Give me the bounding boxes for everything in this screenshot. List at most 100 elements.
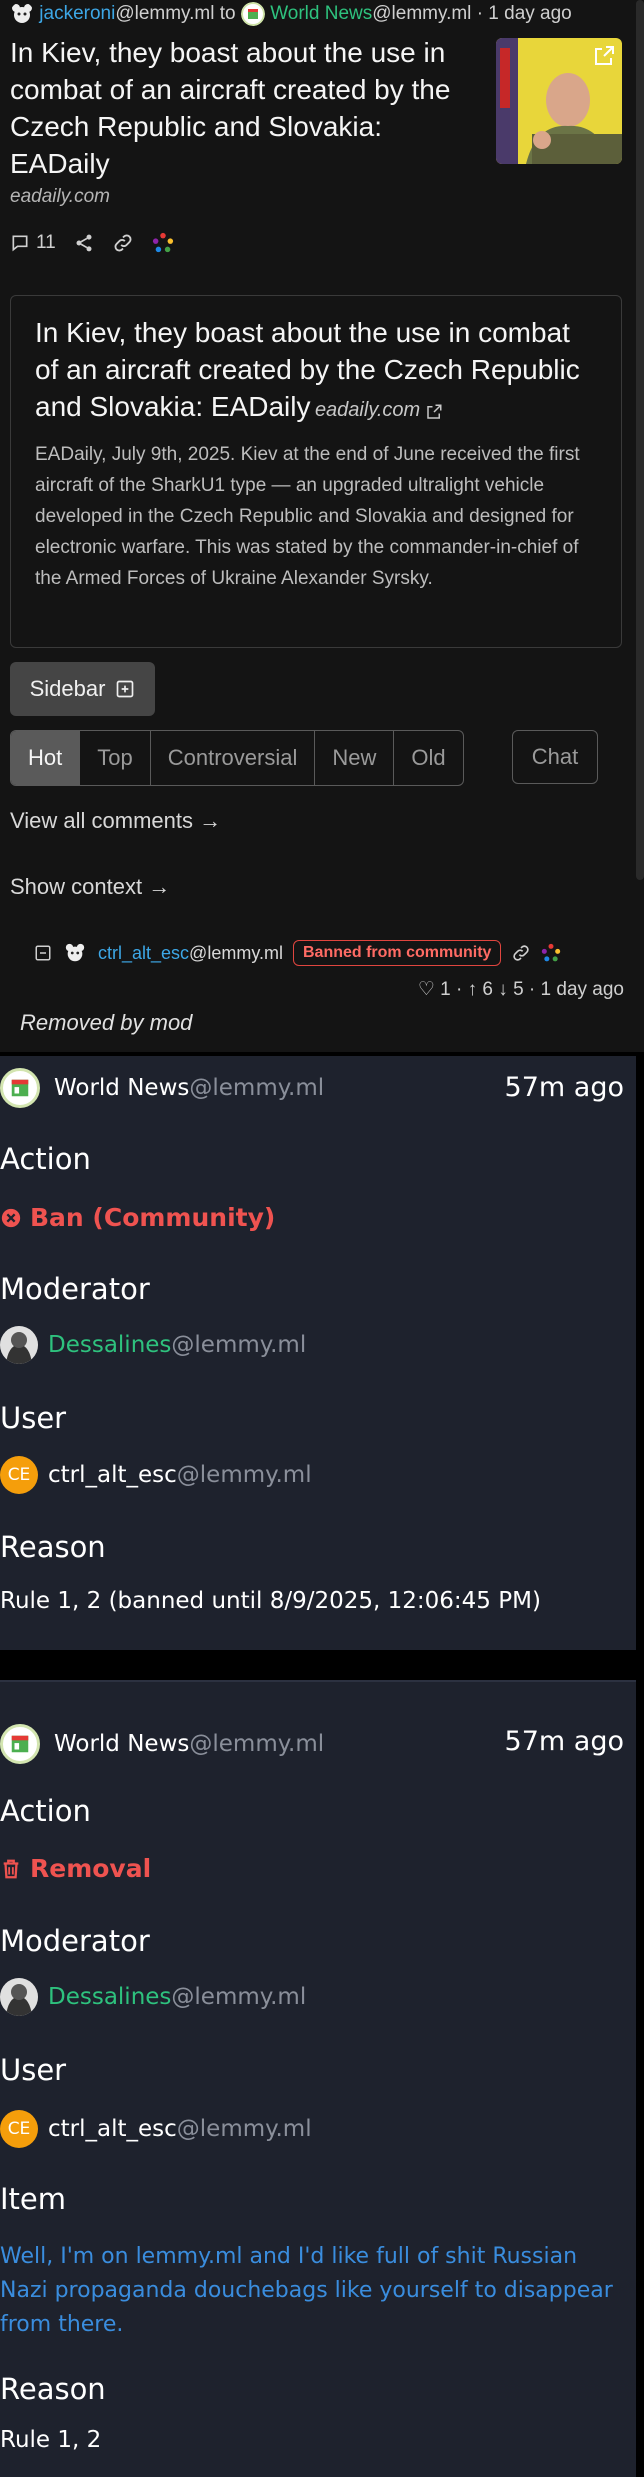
banned-badge: Banned from community bbox=[292, 940, 502, 966]
sort-old[interactable]: Old bbox=[394, 731, 462, 785]
x-circle-icon bbox=[1, 1208, 21, 1227]
user-label: User bbox=[0, 1401, 67, 1435]
modlog-community-instance: @lemmy.ml bbox=[189, 1075, 325, 1101]
card-domain[interactable]: eadaily.com bbox=[315, 399, 420, 421]
comment-icon bbox=[12, 235, 28, 252]
moderator-avatar bbox=[0, 1326, 38, 1364]
post-body-card: In Kiev, they boast about the use in com… bbox=[10, 295, 622, 648]
moderator-name: Dessalines bbox=[48, 1984, 172, 2010]
modlog-entry: World News@lemmy.ml 57m ago Action Ban (… bbox=[0, 1056, 636, 1650]
comment-age: 1 day ago bbox=[540, 979, 624, 1000]
comment-author-link[interactable]: ctrl_alt_esc bbox=[98, 943, 189, 963]
post-section: jackeroni@lemmy.ml to World News@lemmy.m… bbox=[0, 0, 644, 1052]
post-community-link[interactable]: World News bbox=[270, 3, 372, 24]
post-author-instance: @lemmy.ml bbox=[115, 3, 215, 25]
modlog-user[interactable]: CE ctrl_alt_esc@lemmy.ml bbox=[0, 1456, 312, 1494]
modlog-community-name: World News bbox=[54, 1075, 190, 1101]
user-avatar: CE bbox=[0, 1456, 38, 1494]
user-avatar: CE bbox=[0, 2110, 38, 2148]
comment-stats: ♡ 1 · ↑ 6 ↓ 5 · 1 day ago bbox=[417, 979, 624, 1000]
trash-icon bbox=[3, 1859, 19, 1878]
to-word: to bbox=[219, 3, 236, 25]
card-title[interactable]: In Kiev, they boast about the use in com… bbox=[35, 317, 580, 422]
chat-button[interactable]: Chat bbox=[512, 730, 598, 784]
modlog-moderator[interactable]: Dessalines@lemmy.ml bbox=[0, 1326, 306, 1364]
action-label: Action bbox=[0, 1794, 91, 1828]
modlog-action: Removal bbox=[0, 1854, 151, 1883]
moderator-name: Dessalines bbox=[48, 1332, 172, 1358]
post-meta: jackeroni@lemmy.ml to World News@lemmy.m… bbox=[10, 2, 572, 26]
post-title[interactable]: In Kiev, they boast about the use in com… bbox=[10, 34, 480, 182]
post-author-link[interactable]: jackeroni bbox=[39, 3, 115, 24]
sort-hot[interactable]: Hot bbox=[11, 731, 81, 785]
moderator-label: Moderator bbox=[0, 1924, 150, 1958]
comment-upvotes: 6 bbox=[482, 979, 493, 1000]
comment-author-instance: @lemmy.ml bbox=[189, 942, 283, 963]
modlog-community[interactable]: World News@lemmy.ml bbox=[0, 1068, 324, 1108]
post-community-instance: @lemmy.ml bbox=[372, 3, 472, 25]
show-context-link[interactable]: Show context → bbox=[10, 874, 170, 900]
user-name: ctrl_alt_esc bbox=[48, 2116, 177, 2142]
sidebar-button-label: Sidebar bbox=[29, 676, 106, 701]
community-icon bbox=[0, 1068, 40, 1108]
moderator-instance: @lemmy.ml bbox=[171, 1984, 307, 2010]
post-age: · 1 day ago bbox=[476, 3, 572, 25]
user-instance: @lemmy.ml bbox=[176, 1462, 312, 1488]
user-avatar-icon bbox=[12, 4, 32, 23]
fediverse-icon[interactable] bbox=[152, 232, 174, 254]
action-label: Action bbox=[0, 1142, 91, 1176]
sidebar-button[interactable]: Sidebar bbox=[10, 662, 155, 716]
modlog-reason: Rule 1, 2 (banned until 8/9/2025, 12:06:… bbox=[0, 1588, 541, 1614]
scrollbar[interactable] bbox=[636, 0, 644, 880]
sort-new[interactable]: New bbox=[315, 731, 395, 785]
link-icon[interactable] bbox=[112, 232, 134, 254]
modlog-item-link[interactable]: Well, I'm on lemmy.ml and I'd like full … bbox=[0, 2240, 630, 2342]
modlog-community-name: World News bbox=[54, 1731, 190, 1757]
moderator-avatar bbox=[0, 1978, 38, 2016]
sort-controversial[interactable]: Controversial bbox=[151, 731, 316, 785]
view-all-comments-link[interactable]: View all comments → bbox=[10, 808, 221, 834]
post-actions: 11 bbox=[10, 228, 174, 258]
share-icon[interactable] bbox=[74, 233, 94, 253]
post-thumbnail[interactable] bbox=[496, 38, 622, 164]
comment-content: Removed by mod bbox=[20, 1010, 193, 1035]
comment-downvotes: 5 bbox=[513, 979, 524, 1000]
modlog-community-instance: @lemmy.ml bbox=[189, 1731, 325, 1757]
external-link-icon[interactable] bbox=[425, 403, 443, 421]
modlog-time: 57m ago bbox=[504, 1726, 624, 1757]
comment-count: 11 bbox=[36, 232, 56, 253]
user-name: ctrl_alt_esc bbox=[48, 1462, 177, 1488]
collapse-icon[interactable] bbox=[34, 944, 52, 962]
comments-button[interactable]: 11 bbox=[10, 232, 56, 254]
fediverse-icon[interactable] bbox=[541, 943, 561, 963]
modlog-moderator[interactable]: Dessalines@lemmy.ml bbox=[0, 1978, 306, 2016]
user-instance: @lemmy.ml bbox=[176, 2116, 312, 2142]
downvote-icon[interactable]: ↓ bbox=[498, 979, 508, 1000]
community-icon bbox=[0, 1724, 40, 1764]
heart-icon[interactable]: ♡ bbox=[418, 979, 435, 1000]
external-link-icon bbox=[595, 46, 614, 65]
card-body: EADaily, July 9th, 2025. Kiev at the end… bbox=[35, 444, 580, 589]
moderator-instance: @lemmy.ml bbox=[171, 1332, 307, 1358]
modlog-action: Ban (Community) bbox=[0, 1203, 275, 1232]
user-avatar-icon bbox=[65, 943, 85, 962]
modlog-user[interactable]: CE ctrl_alt_esc@lemmy.ml bbox=[0, 2110, 312, 2148]
modlog-action-text: Removal bbox=[30, 1854, 152, 1883]
post-domain: eadaily.com bbox=[10, 186, 110, 207]
user-label: User bbox=[0, 2053, 67, 2087]
modlog-action-text: Ban (Community) bbox=[30, 1203, 276, 1232]
modlog-reason: Rule 1, 2 bbox=[0, 2427, 102, 2453]
item-label: Item bbox=[0, 2182, 67, 2216]
link-icon[interactable] bbox=[511, 943, 531, 963]
community-icon bbox=[240, 2, 265, 26]
modlog-community[interactable]: World News@lemmy.ml bbox=[0, 1724, 324, 1764]
comment-sort-group: Hot Top Controversial New Old bbox=[10, 730, 464, 786]
reason-label: Reason bbox=[0, 1530, 106, 1564]
modlog-entry: World News@lemmy.ml 57m ago Action Remov… bbox=[0, 1682, 636, 2477]
comment-score: 1 bbox=[440, 979, 451, 1000]
comment-header: ctrl_alt_esc@lemmy.ml Banned from commun… bbox=[34, 940, 561, 966]
reason-label: Reason bbox=[0, 2372, 106, 2406]
sort-top[interactable]: Top bbox=[80, 731, 151, 785]
moderator-label: Moderator bbox=[0, 1272, 150, 1306]
upvote-icon[interactable]: ↑ bbox=[468, 979, 478, 1000]
